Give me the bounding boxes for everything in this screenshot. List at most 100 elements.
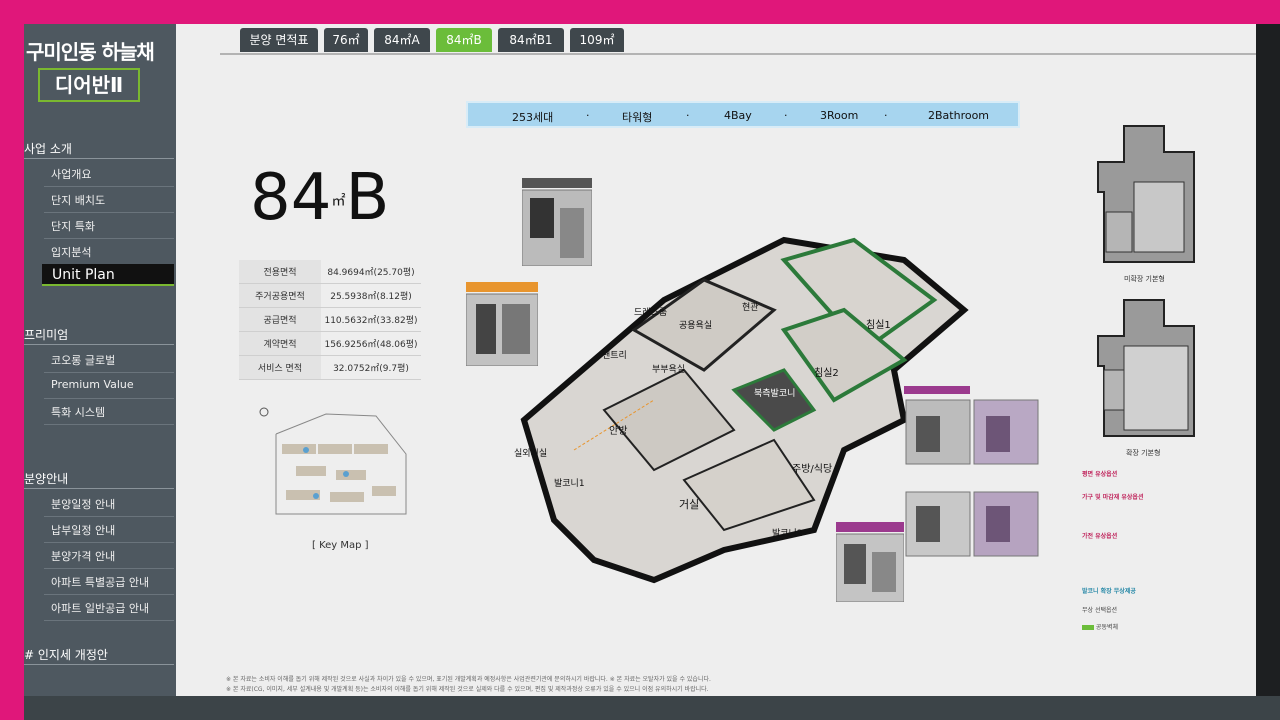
legend-heading: 평면 유상옵션	[1082, 471, 1118, 478]
section-stamp-tax[interactable]: # 인지세 개정안	[24, 646, 174, 665]
room-label: 발코니2	[772, 528, 803, 539]
feature-bay: 4Bay	[724, 109, 752, 122]
disclaimer-note: ※ 본 자료는 소비자 이해를 돕기 위해 제작된 것으로 사실과 차이가 있을…	[226, 676, 711, 683]
sidebar-item-overview[interactable]: 사업개요	[51, 166, 171, 182]
room-label: 안방	[609, 425, 627, 437]
section-sales[interactable]: 분양안내	[24, 470, 174, 489]
disclaimer-note: ※ 본 자료(CG, 이미지, 세부 설계내용 및 개발계획 등)는 소비자의 …	[226, 686, 709, 693]
option-legend: 평면 유상옵션 가구 및 마감재 유상옵션 가전 유상옵션 발코니 확장 무상제…	[1082, 469, 1222, 631]
unit-letter: B	[345, 161, 390, 235]
sidebar-item-general-supply[interactable]: 아파트 일반공급 안내	[51, 600, 171, 616]
room-label: 현관	[742, 302, 759, 313]
area-table: 전용면적 84.9694㎡(25.70평) 주거공용면적 25.5938㎡(8.12…	[239, 260, 421, 380]
main-content: 분양 면적표 76㎡ 84㎡A 84㎡B 84㎡B1 109㎡ 253세대 · …	[176, 24, 1256, 696]
tab-76[interactable]: 76㎡	[324, 28, 368, 52]
sidebar-item-special-system[interactable]: 특화 시스템	[51, 404, 171, 420]
feature-bar: 253세대 · 타워형 · 4Bay · 3Room · 2Bathroom	[466, 101, 1020, 128]
room-label: 발코니1	[554, 478, 585, 489]
section-title: # 인지세 개정안	[24, 648, 108, 662]
section-title: 분양안내	[24, 472, 69, 486]
room-label: 실외기실	[514, 447, 547, 459]
sidebar-item-special-supply[interactable]: 아파트 특별공급 안내	[51, 574, 171, 590]
sidebar-item-site-plan[interactable]: 단지 배치도	[51, 192, 171, 208]
area-value: 25.5938㎡(8.12평)	[321, 283, 421, 308]
left-frame-bar	[0, 0, 24, 720]
mini-plan-extended[interactable]	[1094, 296, 1198, 446]
area-label: 주거공용면적	[239, 283, 321, 308]
room-label: 침실1	[866, 319, 891, 331]
tab-area-table[interactable]: 분양 면적표	[240, 28, 318, 52]
feature-sep: ·	[586, 109, 590, 122]
legend-heading: 발코니 확장 무상제공	[1082, 588, 1136, 595]
tab-84b1[interactable]: 84㎡B1	[498, 28, 564, 52]
unit-unit: ㎡	[331, 193, 346, 210]
option-thumb-dress[interactable]	[522, 178, 592, 266]
section-business[interactable]: 사업 소개	[24, 140, 174, 159]
logo-subtitle[interactable]: 디어반Ⅱ	[38, 68, 140, 102]
right-frame-bar	[1256, 24, 1280, 696]
tab-84a[interactable]: 84㎡A	[374, 28, 430, 52]
room-label: 북측발코니	[754, 388, 795, 399]
feature-sep: ·	[884, 109, 888, 122]
logo-title[interactable]: 구미인동 하늘채	[26, 36, 155, 65]
legend-heading: 가전 유상옵션	[1082, 533, 1118, 540]
room-label: 공용욕실	[679, 320, 712, 331]
key-map-label: [ Key Map ]	[312, 540, 369, 551]
area-label: 계약면적	[239, 331, 321, 356]
room-label: 거실	[679, 498, 699, 511]
feature-rooms: 3Room	[820, 109, 859, 122]
option-thumb-kitchen[interactable]	[836, 522, 904, 602]
tab-84b[interactable]: 84㎡B	[436, 28, 492, 52]
section-title: 사업 소개	[24, 142, 72, 156]
unit-title: 84㎡B	[250, 162, 389, 237]
mini-plan-basic-label: 미확장 기본형	[1124, 275, 1165, 283]
unit-number: 84	[250, 161, 332, 235]
area-label: 서비스 면적	[239, 355, 321, 380]
area-value: 156.9256㎡(48.06평)	[321, 331, 421, 356]
table-row: 전용면적 84.9694㎡(25.70평)	[239, 260, 421, 284]
table-row: 계약면적 156.9256㎡(48.06평)	[239, 331, 421, 356]
sidebar-item-payment[interactable]: 납부일정 안내	[51, 522, 171, 538]
section-premium[interactable]: 프리미엄	[24, 326, 174, 345]
sidebar-item-unit-plan[interactable]: Unit Plan	[42, 264, 174, 286]
feature-type: 타워형	[622, 111, 653, 124]
table-row: 공급면적 110.5632㎡(33.82평)	[239, 307, 421, 332]
area-value: 84.9694㎡(25.70평)	[321, 260, 421, 284]
section-title: 프리미엄	[24, 328, 69, 342]
legend-heading: 가구 및 마감재 유상옵션	[1082, 494, 1144, 501]
bottom-frame-bar	[24, 696, 1280, 720]
key-map[interactable]	[256, 404, 416, 524]
area-value: 32.0752㎡(9.7평)	[321, 355, 421, 380]
room-label: 드레스룸	[634, 307, 667, 318]
sidebar-item-premium-value[interactable]: Premium Value	[51, 378, 171, 391]
room-label: 침실2	[814, 367, 839, 379]
feature-sep: ·	[686, 109, 690, 122]
room-label: 부부욕실	[652, 364, 685, 375]
option-thumb-pantry[interactable]	[466, 282, 538, 366]
room-label: 주방/식당	[792, 463, 832, 475]
sidebar-item-location[interactable]: 입지분석	[51, 244, 171, 260]
area-label: 전용면적	[239, 260, 321, 284]
sidebar-item-complex-feature[interactable]: 단지 특화	[51, 218, 171, 234]
legend-label: 공동벽체	[1095, 624, 1119, 631]
feature-households: 253세대	[512, 111, 554, 124]
sidebar-item-kolon[interactable]: 코오롱 글로벌	[51, 352, 171, 368]
room-label: 팬트리	[602, 350, 627, 361]
sidebar: 구미인동 하늘채 디어반Ⅱ 사업 소개 사업개요 단지 배치도 단지 특화 입지…	[24, 24, 176, 696]
mini-plan-basic[interactable]	[1094, 122, 1198, 270]
area-value: 110.5632㎡(33.82평)	[321, 307, 421, 332]
legend-heading: 무상 선택옵션	[1082, 607, 1118, 614]
mini-plan-extended-label: 확장 기본형	[1126, 449, 1161, 457]
top-frame-bar	[0, 0, 1280, 24]
table-row: 서비스 면적 32.0752㎡(9.7평)	[239, 355, 421, 380]
tab-divider	[220, 53, 1256, 55]
feature-sep: ·	[784, 109, 788, 122]
option-thumb-grid[interactable]	[904, 386, 1040, 582]
sidebar-item-schedule[interactable]: 분양일정 안내	[51, 496, 171, 512]
legend-swatch	[1082, 625, 1094, 630]
feature-bathrooms: 2Bathroom	[928, 109, 990, 122]
tab-109[interactable]: 109㎡	[570, 28, 624, 52]
area-label: 공급면적	[239, 307, 321, 332]
table-row: 주거공용면적 25.5938㎡(8.12평)	[239, 283, 421, 308]
sidebar-item-price[interactable]: 분양가격 안내	[51, 548, 171, 564]
